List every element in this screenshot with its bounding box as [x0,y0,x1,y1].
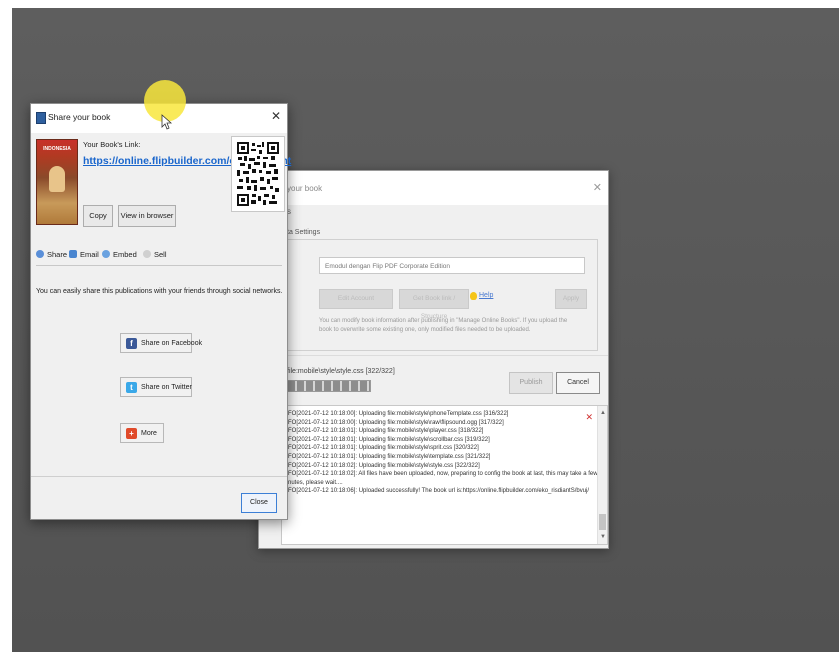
share-facebook-button[interactable]: f Share on Facebook [120,333,202,353]
edit-account-button[interactable]: Edit Account [319,289,393,309]
tab-email[interactable]: Email [69,250,99,259]
divider [259,355,608,356]
book-icon [36,112,46,124]
settings-section-label: ta Settings [287,229,321,236]
mouse-pointer-icon [161,114,173,130]
tab-divider [36,265,282,266]
log-line: FO[2021-07-12 10:18:00]: Uploading file:… [288,411,509,417]
scroll-down-icon[interactable]: ▼ [600,534,606,540]
log-line: FO[2021-07-12 10:18:01]: Uploading file:… [288,436,490,443]
log-line: nutes, please wait.... [288,479,343,486]
tab-sell-label: Sell [154,250,167,259]
log-line: FO[2021-07-12 10:18:02]: Uploading file:… [288,462,480,469]
cover-title: INDONESIA [43,146,71,152]
qr-code-icon [237,142,279,206]
book-link-label: Your Book's Link: [83,140,141,149]
share-dialog: Share your book ✕ INDONESIA Your Book's … [30,103,291,520]
scroll-up-icon[interactable]: ▲ [600,410,606,416]
log-lines: FO[2021-07-12 10:18:00]: Uploading file:… [282,410,607,496]
upload-log[interactable]: FO[2021-07-12 10:18:00]: Uploading file:… [281,405,608,545]
cancel-button[interactable]: Cancel [556,372,600,394]
tab-share[interactable]: Share [36,250,67,259]
get-book-link-button[interactable]: Get Book link / Structure [399,289,469,320]
embed-icon [102,250,110,258]
plus-icon: + [126,428,137,439]
cover-figure [49,166,65,192]
qr-code [231,136,285,212]
share-dialog-title: Share your book [48,112,111,122]
log-line: FO[2021-07-12 10:18:01]: Uploading file:… [288,453,491,460]
book-cover-thumbnail: INDONESIA [36,139,78,225]
publish-window: your book ✕ s ta Settings Emodul dengan … [258,170,609,549]
publish-window-close-button[interactable]: ✕ [593,181,602,194]
scrollbar-thumb[interactable] [599,514,606,530]
tab-share-label: Share [47,250,68,259]
sell-icon [143,250,151,258]
tab-email-label: Email [80,250,99,259]
help-link[interactable]: Help [479,292,493,299]
twitter-icon: t [126,382,137,393]
log-line: FO[2021-07-12 10:18:02]: All files have … [288,471,598,478]
book-title-input[interactable]: Emodul dengan Flip PDF Corporate Edition [319,257,585,274]
upload-progress-bar [287,380,371,392]
view-in-browser-button[interactable]: View in browser [118,205,176,227]
tab-embed-label: Embed [113,250,137,259]
log-line: FO[2021-07-12 10:18:01]: Uploading file:… [288,445,479,452]
more-button[interactable]: + More [120,423,164,443]
upload-progress-fill [288,381,370,391]
log-scrollbar[interactable]: ▲ ▼ [597,406,607,544]
current-file-label: file:mobile\style\style.css [322/322] [287,368,395,375]
apply-button[interactable]: Apply [555,289,587,309]
tab-sell[interactable]: Sell [143,250,167,259]
tab-embed[interactable]: Embed [102,250,137,259]
log-line: FO[2021-07-12 10:18:01]: Uploading file:… [288,428,484,435]
share-icon [36,250,44,258]
share-facebook-label: Share on Facebook [141,340,203,347]
share-twitter-button[interactable]: t Share on Twitter [120,377,192,397]
share-description: You can easily share this publications w… [36,288,283,295]
log-line: FO[2021-07-12 10:18:06]: Uploaded succes… [288,488,590,495]
dialog-footer-divider [31,476,287,477]
email-icon [69,250,77,258]
clear-log-icon[interactable]: ✕ [585,412,593,423]
publish-window-titlebar: your book ✕ [259,171,608,205]
close-button[interactable]: Close [241,493,277,513]
lightbulb-icon [470,292,477,300]
publish-button[interactable]: Publish [509,372,553,394]
facebook-icon: f [126,338,137,349]
publish-note: You can modify book information after pu… [319,318,568,333]
log-line: FO[2021-07-12 10:18:00]: Uploading file:… [288,419,504,426]
share-twitter-label: Share on Twitter [141,384,192,391]
share-dialog-close-icon[interactable]: ✕ [271,109,281,123]
copy-button[interactable]: Copy [83,205,113,227]
more-label: More [141,430,157,437]
publish-window-title: your book [287,184,323,193]
